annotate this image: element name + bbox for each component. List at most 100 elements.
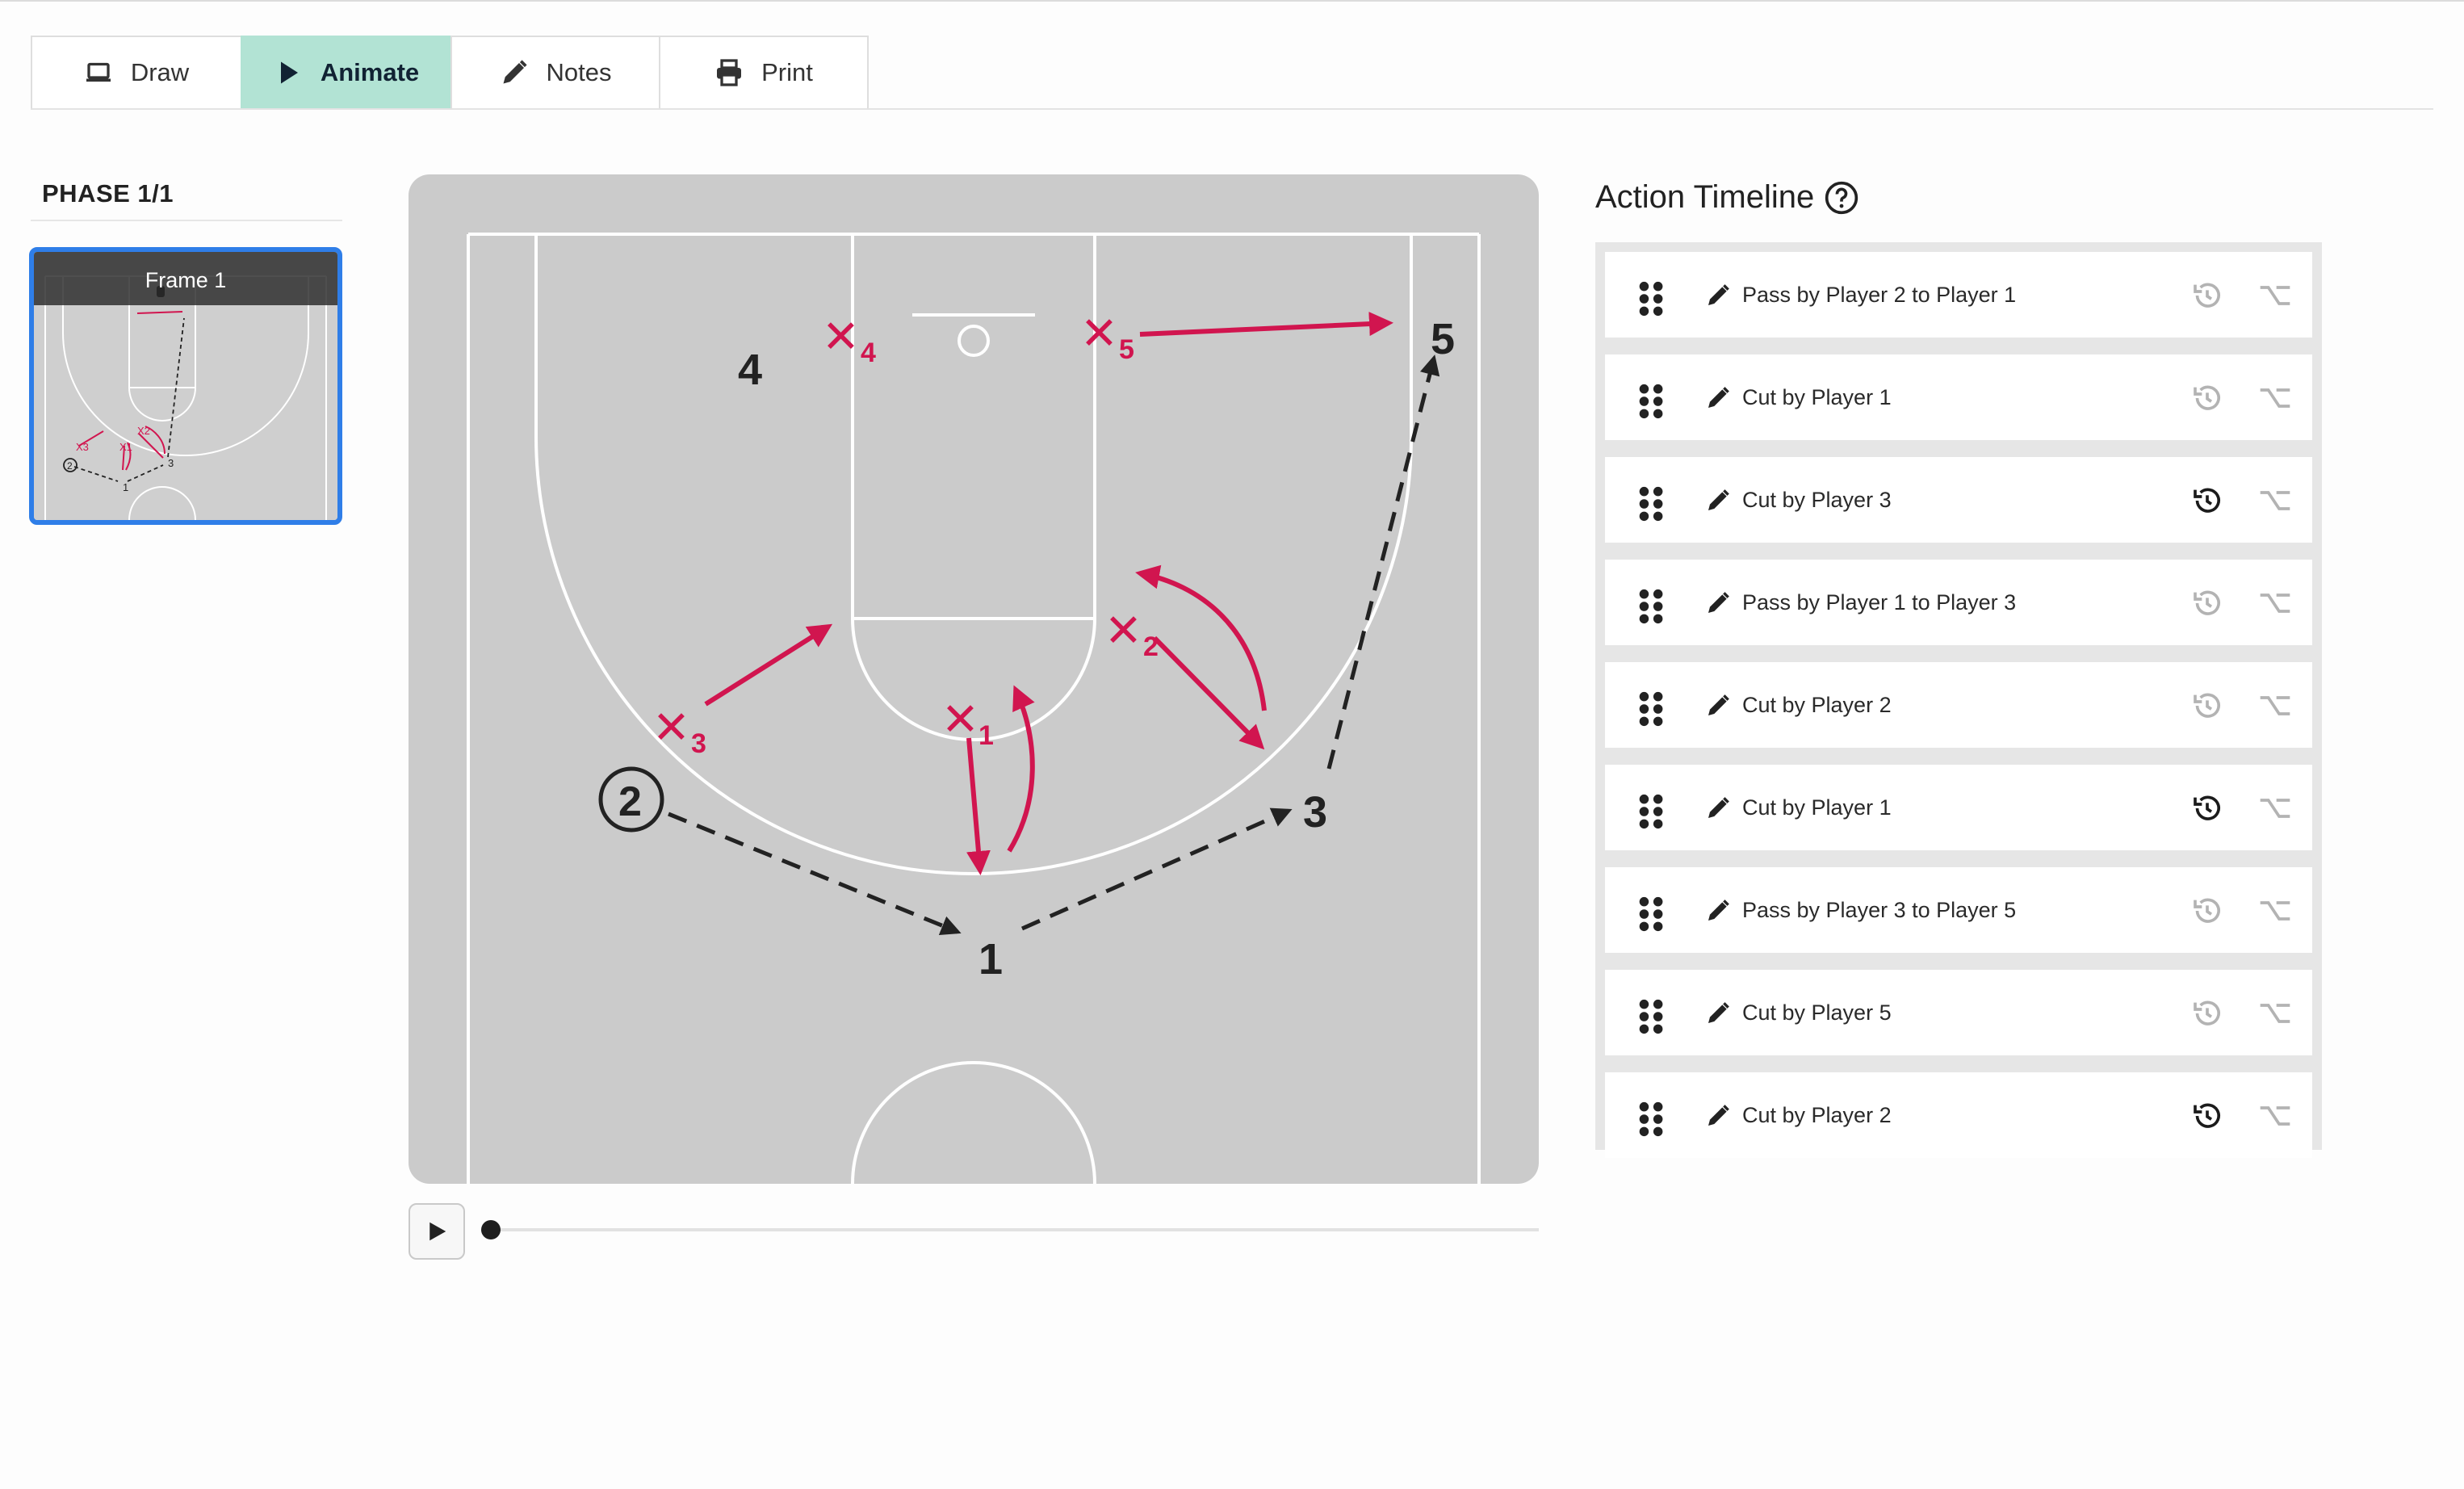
- timeline-title: Action Timeline: [1595, 179, 1815, 215]
- player-1: 1: [978, 935, 1003, 984]
- svg-text:4: 4: [861, 338, 876, 368]
- play-button[interactable]: [409, 1203, 465, 1260]
- cut-arrow-x2-down: [1152, 635, 1265, 750]
- tab-notes-label: Notes: [546, 58, 612, 86]
- tab-draw-label: Draw: [130, 58, 190, 86]
- edit-pencil-icon[interactable]: [1705, 1103, 1731, 1133]
- edit-pencil-icon[interactable]: [1705, 283, 1731, 312]
- drag-handle-icon[interactable]: [1637, 998, 1666, 1039]
- timeline-action-item[interactable]: Cut by Player 2: [1605, 1072, 2312, 1158]
- svg-text:✕: ✕: [1080, 308, 1118, 359]
- timeline-action-item[interactable]: Cut by Player 3: [1605, 457, 2312, 543]
- action-label: Pass by Player 1 to Player 3: [1742, 590, 2017, 614]
- history-icon[interactable]: [2191, 792, 2223, 828]
- history-icon[interactable]: [2191, 997, 2223, 1034]
- drag-handle-icon[interactable]: [1637, 383, 1666, 424]
- branch-option-icon[interactable]: [2257, 587, 2293, 623]
- edit-pencil-icon[interactable]: [1705, 1000, 1731, 1030]
- svg-text:5: 5: [1119, 334, 1134, 365]
- edit-pencil-icon[interactable]: [1705, 693, 1731, 723]
- edit-pencil-icon[interactable]: [1705, 385, 1731, 415]
- branch-option-icon[interactable]: [2257, 997, 2293, 1034]
- action-label: Cut by Player 2: [1742, 1103, 1892, 1127]
- play-icon: [280, 61, 298, 84]
- svg-text:✕: ✕: [941, 694, 979, 744]
- tab-animate-label: Animate: [320, 58, 420, 86]
- branch-option-icon[interactable]: [2257, 484, 2293, 521]
- svg-text:✕: ✕: [822, 311, 860, 362]
- tab-print[interactable]: Print: [659, 36, 869, 110]
- branch-option-icon[interactable]: [2257, 690, 2293, 726]
- history-icon[interactable]: [2191, 382, 2223, 418]
- tab-animate[interactable]: Animate: [241, 36, 450, 110]
- offense-markers: 4 5 3 1 2: [598, 315, 1455, 984]
- cut-arrow-x1-down: [966, 737, 991, 875]
- timeline-header: Action Timeline: [1595, 179, 1859, 216]
- history-icon[interactable]: [2191, 587, 2223, 623]
- svg-text:X3: X3: [76, 441, 89, 453]
- frame-thumbnail[interactable]: X3 X1 X2 1 3 2 Frame 1: [29, 247, 342, 525]
- laptop-icon: [86, 62, 111, 82]
- svg-text:3: 3: [691, 728, 706, 759]
- drag-handle-icon[interactable]: [1637, 793, 1666, 834]
- edit-pencil-icon[interactable]: [1705, 488, 1731, 518]
- history-icon[interactable]: [2191, 690, 2223, 726]
- tab-print-label: Print: [761, 58, 813, 86]
- branch-option-icon[interactable]: [2257, 382, 2293, 418]
- timeline-action-item[interactable]: Cut by Player 2: [1605, 662, 2312, 748]
- action-label: Cut by Player 3: [1742, 488, 1892, 512]
- timeline-action-item[interactable]: Pass by Player 3 to Player 5: [1605, 867, 2312, 953]
- branch-option-icon[interactable]: [2257, 279, 2293, 316]
- cut-arrow-x5: [1139, 312, 1393, 337]
- edit-pencil-icon[interactable]: [1705, 795, 1731, 825]
- playback-scrubber[interactable]: [489, 1228, 1539, 1231]
- pencil-icon: [503, 60, 527, 84]
- svg-text:X2: X2: [137, 425, 150, 437]
- branch-option-icon[interactable]: [2257, 792, 2293, 828]
- action-label: Cut by Player 1: [1742, 385, 1892, 409]
- phase-label: PHASE 1/1: [42, 179, 174, 208]
- action-label: Pass by Player 2 to Player 1: [1742, 283, 2017, 307]
- cut-arrow-x3: [704, 623, 833, 707]
- svg-text:2: 2: [67, 460, 73, 472]
- svg-text:1: 1: [123, 481, 128, 493]
- drag-handle-icon[interactable]: [1637, 1101, 1666, 1142]
- phase-divider: [31, 220, 342, 221]
- edit-pencil-icon[interactable]: [1705, 590, 1731, 620]
- drag-handle-icon[interactable]: [1637, 280, 1666, 321]
- svg-text:2: 2: [618, 778, 642, 825]
- svg-text:X1: X1: [119, 441, 132, 453]
- action-label: Cut by Player 2: [1742, 693, 1892, 717]
- tab-notes[interactable]: Notes: [450, 36, 659, 110]
- history-icon[interactable]: [2191, 1100, 2223, 1136]
- timeline-action-item[interactable]: Cut by Player 1: [1605, 765, 2312, 850]
- timeline-action-item[interactable]: Cut by Player 5: [1605, 970, 2312, 1055]
- court-canvas[interactable]: ✕ 4 ✕ 5 ✕ 2 ✕ 1 ✕ 3 4 5 3 1 2: [409, 174, 1539, 1184]
- drag-handle-icon[interactable]: [1637, 895, 1666, 937]
- drag-handle-icon[interactable]: [1637, 588, 1666, 629]
- timeline-action-item[interactable]: Cut by Player 1: [1605, 354, 2312, 440]
- drag-handle-icon[interactable]: [1637, 690, 1666, 732]
- cut-arrow-x1-up: [1007, 685, 1035, 853]
- branch-option-icon[interactable]: [2257, 895, 2293, 931]
- pass-arrow-3-to-5: [1326, 354, 1440, 770]
- mode-tabs: Draw Animate Notes Print: [31, 36, 869, 110]
- edit-pencil-icon[interactable]: [1705, 898, 1731, 928]
- action-label: Pass by Player 3 to Player 5: [1742, 898, 2017, 922]
- drag-handle-icon[interactable]: [1637, 485, 1666, 526]
- court-diagram[interactable]: ✕ 4 ✕ 5 ✕ 2 ✕ 1 ✕ 3 4 5 3 1 2: [409, 174, 1539, 1184]
- player-4: 4: [738, 346, 762, 394]
- tab-draw[interactable]: Draw: [31, 36, 241, 110]
- pass-arrow-2-to-1: [668, 812, 962, 936]
- timeline-action-item[interactable]: Pass by Player 2 to Player 1: [1605, 252, 2312, 338]
- scrubber-handle[interactable]: [481, 1220, 501, 1239]
- history-icon[interactable]: [2191, 484, 2223, 521]
- history-icon[interactable]: [2191, 279, 2223, 316]
- branch-option-icon[interactable]: [2257, 1100, 2293, 1136]
- top-border: [0, 0, 2464, 2]
- timeline-action-item[interactable]: Pass by Player 1 to Player 3: [1605, 560, 2312, 645]
- help-icon[interactable]: [1824, 180, 1859, 216]
- play-icon: [430, 1222, 446, 1241]
- history-icon[interactable]: [2191, 895, 2223, 931]
- pass-arrows: [668, 354, 1440, 936]
